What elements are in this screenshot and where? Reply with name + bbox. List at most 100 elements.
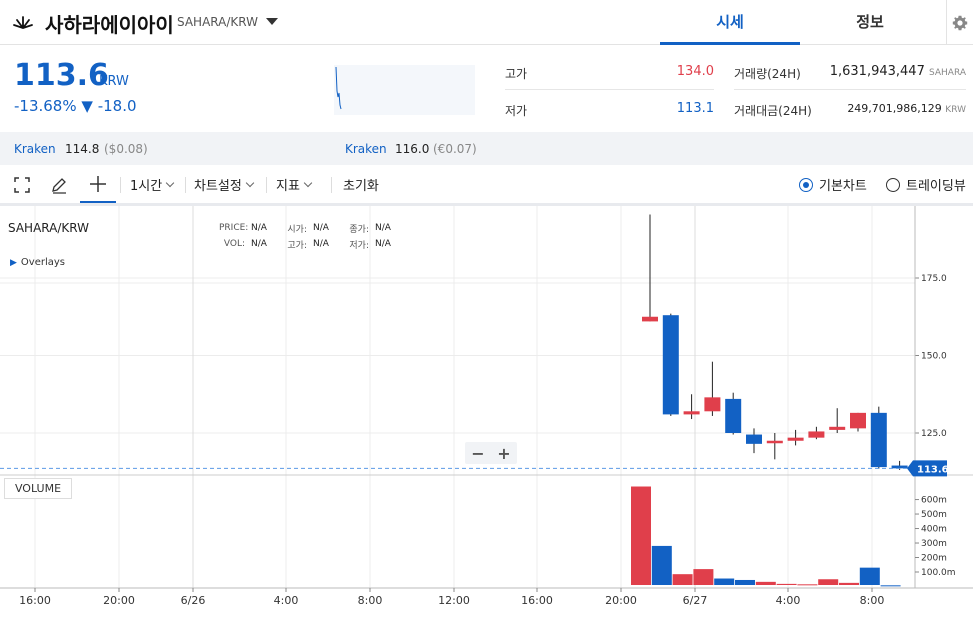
volume-bar [839, 582, 859, 585]
volume-tick-label: 200m [921, 554, 947, 564]
overlays-toggle[interactable]: ▶ Overlays [10, 257, 65, 268]
legend-value: N/A [251, 239, 267, 249]
volume-bar [651, 545, 672, 585]
price-change: -13.68% ▼ -18.0 [14, 97, 137, 115]
x-tick-label: 16:00 [19, 594, 51, 607]
volume-24h-unit: SAHARA [928, 68, 966, 78]
divider [266, 177, 267, 193]
interval-label: 1시간 [130, 179, 163, 194]
crosshair-icon [90, 175, 106, 192]
legend-value: N/A [375, 223, 391, 233]
legend-value: N/A [313, 223, 329, 233]
candle-body [850, 412, 866, 429]
volume-bar [693, 569, 714, 585]
fullscreen-button[interactable] [10, 166, 34, 203]
coin-name: 사하라에이아이 [45, 13, 174, 37]
divider [185, 177, 186, 193]
low-value: 113.1 [676, 101, 714, 116]
volume-panel-label: VOLUME [4, 478, 72, 499]
chevron-down-icon [303, 178, 313, 187]
candle-body [870, 412, 887, 468]
divider [734, 89, 966, 90]
basic-chart-label: 기본차트 [819, 179, 867, 194]
chart-settings-dropdown[interactable]: 차트설정 [194, 166, 255, 203]
volume-bar [859, 567, 880, 585]
legend-key: 종가: [349, 224, 369, 235]
zoom-in-button[interactable]: + [491, 442, 517, 464]
overlays-label: Overlays [20, 257, 66, 268]
coin-pair: SAHARA/KRW [177, 15, 258, 29]
high-label: 고가 [505, 67, 528, 81]
price-summary: 113.6 KRW -13.68% ▼ -18.0 고가 134.0 저가 11… [0, 45, 973, 132]
volume-bar [714, 578, 735, 585]
x-tick-label: 20:00 [605, 594, 637, 607]
indicators-label: 지표 [276, 179, 300, 194]
price-unit: KRW [99, 74, 129, 89]
pair-dropdown-caret-icon[interactable] [266, 18, 278, 25]
header: 사하라에이아이 SAHARA/KRW 시세 정보 [0, 0, 973, 45]
legend-key: 저가: [349, 240, 369, 251]
x-tick-label: 16:00 [521, 594, 553, 607]
divider [331, 177, 332, 193]
volume-bar [631, 486, 651, 585]
tab-info[interactable]: 정보 [800, 0, 940, 45]
candle-body [746, 434, 762, 444]
candle-body [662, 315, 679, 415]
low-label: 저가 [505, 104, 528, 118]
volume-tick-label: 600m [921, 496, 947, 506]
x-tick-label: 12:00 [438, 594, 470, 607]
zoom-out-button[interactable]: − [465, 442, 491, 464]
reset-button[interactable]: 초기화 [343, 166, 379, 203]
candle-body [642, 316, 658, 322]
legend-key: VOL: [223, 239, 245, 249]
settings-button[interactable] [946, 0, 973, 45]
volume-tick-label: 100.0m [921, 568, 956, 578]
y-tick-label: 150.0 [921, 352, 947, 362]
price-chart[interactable]: 125.0 150.0 175.0 16:00 20:00 6/26 4:00 8:00 12:… [0, 206, 973, 618]
turnover-24h-unit: KRW [945, 105, 966, 115]
tab-quote[interactable]: 시세 [660, 0, 800, 45]
x-tick-label: 20:00 [103, 594, 135, 607]
legend-key: 고가: [287, 240, 307, 251]
legend-value: N/A [251, 223, 267, 233]
zoom-controls: − + [465, 442, 517, 464]
x-tick-label: 6/26 [181, 594, 206, 607]
caret-right-icon: ▶ [10, 258, 17, 268]
volume-tick-label: 400m [921, 525, 947, 535]
basic-chart-radio[interactable]: 기본차트 [799, 166, 867, 203]
draw-button[interactable] [46, 166, 72, 203]
pencil-icon [52, 177, 66, 194]
candle-body [704, 397, 721, 412]
change-percent: -13.68% [14, 97, 77, 115]
turnover-24h-value: 249,701,986,129 [847, 102, 942, 115]
last-price-label: 113.6 [917, 464, 949, 475]
fullscreen-icon [14, 176, 30, 193]
legend-key: PRICE: [219, 223, 249, 233]
ohlc-legend: PRICE: N/A 시가: N/A 종가: N/A VOL: N/A 고가: N/A 저… [219, 220, 405, 252]
exchange-name[interactable]: Kraken [14, 142, 56, 156]
indicators-dropdown[interactable]: 지표 [276, 166, 313, 203]
x-tick-label: 4:00 [274, 594, 299, 607]
y-tick-label: 125.0 [921, 429, 947, 439]
exchange-name[interactable]: Kraken [345, 142, 387, 156]
gear-icon [952, 15, 968, 30]
volume-24h-value: 1,631,943,447 [829, 64, 925, 79]
volume-bar [880, 585, 901, 587]
divider [120, 177, 121, 193]
volume-bar [818, 579, 839, 585]
change-absolute: ▼ -18.0 [81, 97, 137, 115]
tradingview-radio[interactable]: 트레이딩뷰 [886, 166, 966, 203]
y-tick-label: 175.0 [921, 274, 947, 284]
crosshair-button[interactable] [80, 166, 116, 203]
sahara-logo-icon [13, 16, 33, 29]
candle-body [829, 426, 846, 430]
radio-selected-icon [799, 177, 813, 192]
interval-dropdown[interactable]: 1시간 [130, 166, 175, 203]
exchange-price: 116.0 [395, 142, 430, 156]
exchange-eur-price: (€0.07) [433, 142, 477, 156]
candlestick-chart[interactable]: 125.0 150.0 175.0 16:00 20:00 6/26 4:00 8:00 12:… [0, 206, 973, 618]
volume-tick-label: 300m [921, 539, 947, 549]
legend-value: N/A [375, 239, 391, 249]
volume-24h-label: 거래량(24H) [734, 67, 801, 81]
volume-bar [672, 574, 693, 585]
